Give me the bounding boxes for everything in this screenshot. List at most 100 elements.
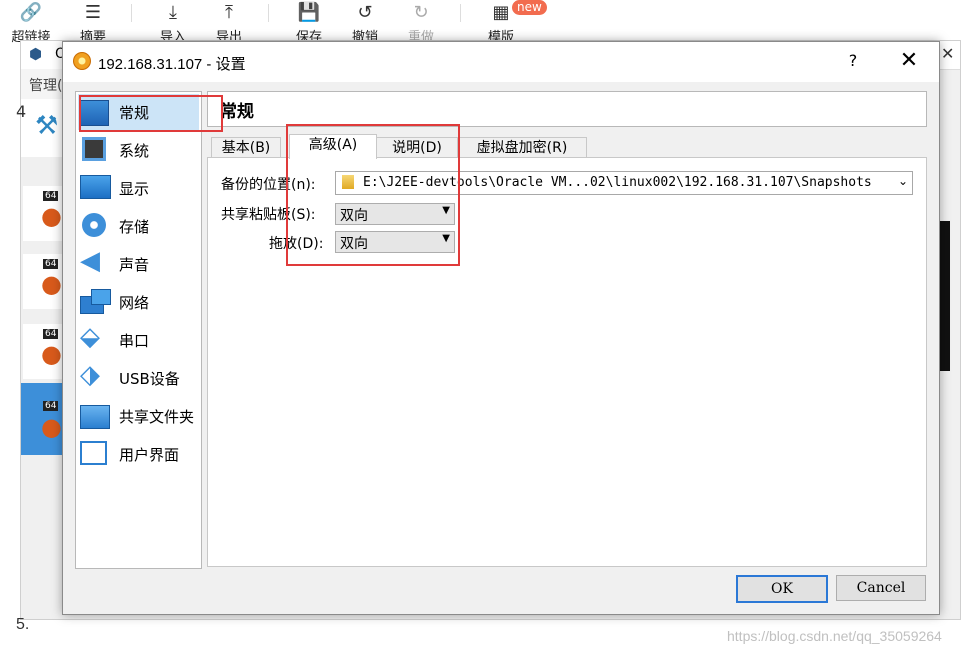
redo-icon: ↻	[413, 2, 429, 23]
category-label: 声音	[119, 256, 150, 274]
category-label: 常规	[119, 104, 150, 122]
tab-label: 基本(B)	[221, 140, 271, 156]
dropdown-arrow-icon: ▼	[442, 233, 450, 244]
storage-disc-icon	[82, 213, 106, 237]
settings-dialog: 192.168.31.107 - 设置 ? ✕ 常规 系统 显示 存储 ◀ 声音…	[62, 41, 940, 615]
chevron-down-icon: ⌄	[897, 174, 908, 188]
category-list: 常规 系统 显示 存储 ◀ 声音 网络 ⬙ 串口 ⬗ USB设备 共享文件夹 用…	[75, 91, 202, 569]
system-chip-icon	[82, 137, 106, 161]
category-storage[interactable]: 存储	[78, 208, 199, 244]
vm-badge: 64	[43, 329, 59, 339]
save-button[interactable]: 💾 保存	[286, 0, 332, 45]
new-badge: new	[512, 0, 547, 15]
summary-icon: ☰	[84, 2, 102, 23]
tools-icon: ⚒	[35, 111, 59, 141]
tab-advanced[interactable]: 高级(A)	[289, 134, 377, 159]
category-serial[interactable]: ⬙ 串口	[78, 322, 199, 358]
snapshot-folder-label: 备份的位置(n):	[221, 177, 316, 193]
tab-label: 高级(A)	[308, 137, 358, 153]
category-network[interactable]: 网络	[78, 284, 199, 320]
dialog-titlebar: 192.168.31.107 - 设置 ? ✕	[63, 42, 939, 82]
toolbar-divider	[460, 4, 461, 22]
watermark: https://blog.csdn.net/qq_35059264	[727, 628, 942, 644]
tab-description[interactable]: 说明(D)	[375, 137, 459, 158]
category-label: 串口	[119, 332, 150, 350]
vm-os-icon: ●	[41, 202, 62, 230]
link-button[interactable]: 🔗 超链接	[8, 0, 54, 45]
vm-badge: 64	[43, 191, 59, 201]
vm-list-item-selected[interactable]: 64 ●	[21, 383, 63, 455]
serial-port-icon: ⬙	[80, 322, 100, 352]
shared-clipboard-value: 双向	[340, 208, 368, 224]
category-display[interactable]: 显示	[78, 170, 199, 206]
speaker-icon: ◀	[80, 246, 100, 276]
help-button[interactable]: ?	[843, 51, 863, 70]
vm-badge: 64	[43, 259, 59, 269]
template-icon: ▦	[492, 2, 510, 23]
editor-toolbar: 🔗 超链接 ☰ 摘要 ⤓ 导入 ⤒ 导出 💾 保存 ↺ 撤销 ↻ 重做 ▦ 模版…	[0, 0, 979, 45]
snapshot-folder-select[interactable]: E:\J2EE-devtools\Oracle VM...02\linux002…	[335, 171, 913, 195]
manager-menu-label[interactable]: 管理(	[29, 75, 62, 95]
shared-folder-icon	[80, 405, 110, 429]
import-icon: ⤓	[169, 2, 177, 23]
redo-button[interactable]: ↻ 重做	[398, 0, 444, 45]
ok-button[interactable]: OK	[736, 575, 828, 603]
link-icon: 🔗	[19, 2, 43, 23]
display-monitor-icon	[80, 175, 111, 199]
virtualbox-logo-icon: ⬢	[29, 45, 43, 63]
shared-clipboard-label: 共享粘贴板(S):	[221, 207, 316, 223]
tab-label: 说明(D)	[392, 140, 442, 156]
close-button[interactable]: ✕	[899, 48, 919, 73]
category-label: 存储	[119, 218, 150, 236]
snapshot-folder-value: E:\J2EE-devtools\Oracle VM...02\linux002…	[363, 175, 872, 190]
step-label: 5.	[16, 616, 30, 633]
drag-drop-value: 双向	[340, 236, 368, 252]
vm-os-icon: ●	[41, 270, 62, 298]
network-monitor-icon	[91, 289, 111, 305]
dropdown-arrow-icon: ▼	[442, 205, 450, 216]
category-label: 显示	[119, 180, 150, 198]
category-label: USB设备	[119, 370, 180, 388]
category-label: 系统	[119, 142, 150, 160]
settings-gear-icon	[73, 52, 91, 70]
undo-button[interactable]: ↺ 撤销	[342, 0, 388, 45]
save-icon: 💾	[297, 2, 321, 23]
category-label: 共享文件夹	[119, 408, 195, 426]
export-icon: ⤒	[225, 2, 233, 23]
category-usb[interactable]: ⬗ USB设备	[78, 360, 199, 396]
usb-icon: ⬗	[80, 360, 100, 390]
drag-drop-select[interactable]: 双向 ▼	[335, 231, 455, 253]
category-label: 用户界面	[119, 446, 180, 464]
side-number: 4	[16, 102, 27, 121]
category-label: 网络	[119, 294, 150, 312]
general-icon	[80, 100, 109, 126]
category-audio[interactable]: ◀ 声音	[78, 246, 199, 282]
folder-icon	[342, 175, 354, 189]
drag-drop-label: 拖放(D):	[269, 236, 324, 252]
vm-os-icon: ●	[41, 340, 62, 368]
category-user-interface[interactable]: 用户界面	[78, 436, 199, 472]
tab-label: 虚拟盘加密(R)	[476, 140, 568, 156]
vm-os-icon: ●	[41, 413, 62, 441]
export-button[interactable]: ⤒ 导出	[206, 0, 252, 45]
vm-list-item[interactable]: 64 ●	[23, 254, 63, 309]
vm-list-item[interactable]: 64 ●	[23, 186, 63, 241]
shared-clipboard-select[interactable]: 双向 ▼	[335, 203, 455, 225]
category-shared-folders[interactable]: 共享文件夹	[78, 398, 199, 434]
vm-list-item[interactable]: 64 ●	[23, 324, 63, 379]
undo-icon: ↺	[357, 2, 373, 23]
section-title: 常规	[220, 102, 254, 122]
tools-item[interactable]: ⚒	[21, 99, 63, 157]
summary-button[interactable]: ☰ 摘要	[70, 0, 116, 45]
toolbar-divider	[268, 4, 269, 22]
vm-badge: 64	[43, 401, 59, 411]
tab-basic[interactable]: 基本(B)	[211, 137, 281, 158]
manager-close-icon[interactable]: ✕	[941, 44, 954, 63]
category-system[interactable]: 系统	[78, 132, 199, 168]
category-general[interactable]: 常规	[78, 94, 199, 130]
section-header: 常规	[207, 91, 927, 127]
tab-disk-encryption[interactable]: 虚拟盘加密(R)	[457, 137, 587, 158]
import-button[interactable]: ⤓ 导入	[150, 0, 196, 45]
user-interface-icon	[80, 441, 107, 465]
cancel-button[interactable]: Cancel	[836, 575, 926, 601]
